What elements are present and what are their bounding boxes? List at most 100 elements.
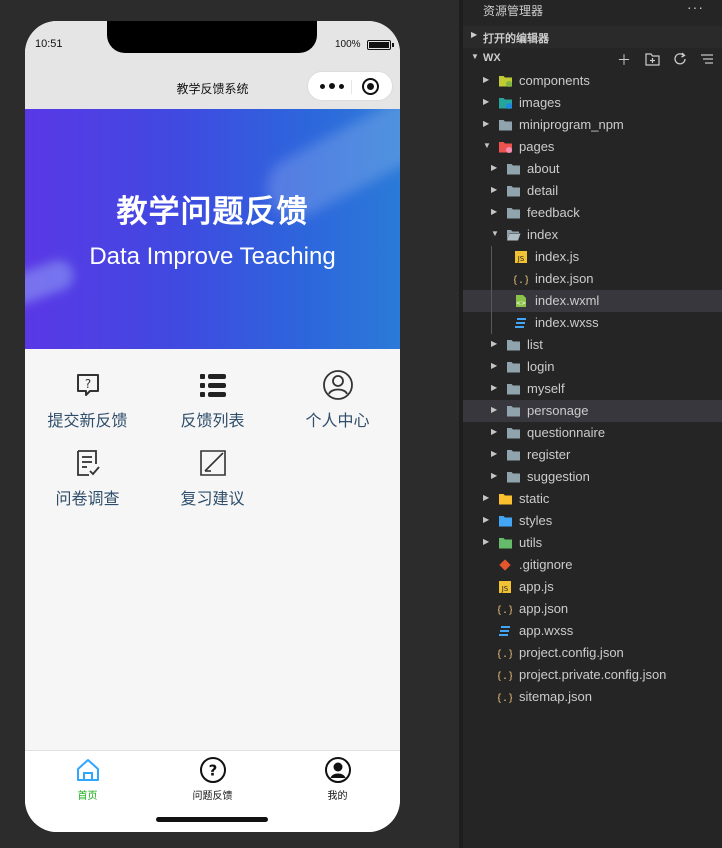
capsule-divider [351,80,352,94]
tree-item[interactable]: ▼ pages [463,136,722,158]
tree-item-label: questionnaire [527,425,606,440]
tree-item[interactable]: ▶ utils [463,532,722,554]
menu-item-questionnaire[interactable]: 问卷调查 [25,447,150,509]
chevron-right-icon[interactable]: ▶ [491,163,497,172]
menu-item-personal-center[interactable]: 个人中心 [275,369,400,431]
tree-item[interactable]: ▶ list [463,334,722,356]
svg-text:{.}: {.} [514,275,528,286]
json-file-icon: {.} [496,690,514,704]
tree-item-label: index.wxml [535,293,600,308]
workspace-root-label: WX [483,52,501,64]
tree-item[interactable]: ▶ static [463,488,722,510]
chevron-right-icon[interactable]: ▶ [483,537,489,546]
tree-item[interactable]: <> index.wxml [463,290,722,312]
tree-item-label: register [527,447,571,462]
folder-icon [506,470,520,484]
tree-item[interactable]: ▼ index [463,224,722,246]
simulator-panel: 10:51 100% 教学反馈系统 教学问题反馈 Data Improve Te… [0,0,463,848]
svg-text:{.}: {.} [498,671,512,682]
folder-icon [506,360,520,374]
collapse-all-icon[interactable] [701,53,713,65]
chevron-right-icon[interactable]: ▶ [483,97,489,106]
tree-item-label: styles [519,513,553,528]
tab-mine[interactable]: 我的 [275,756,400,802]
tree-item[interactable]: ▶ about [463,158,722,180]
tree-item-label: suggestion [527,469,590,484]
folder-icon [498,74,512,88]
tab-label: 问题反馈 [192,791,233,802]
open-editors-section[interactable]: ▶ 打开的编辑器 [463,26,722,48]
tree-item[interactable]: app.wxss [463,620,722,642]
tree-item[interactable]: {.} index.json [463,268,722,290]
tree-item[interactable]: JS index.js [463,246,722,268]
tree-item[interactable]: ▶ feedback [463,202,722,224]
banner-title: 教学问题反馈 [116,194,309,229]
new-folder-icon[interactable] [645,52,660,66]
tree-item-label: list [527,337,543,352]
tree-item[interactable]: {.} app.json [463,598,722,620]
tab-feedback[interactable]: ? 问题反馈 [150,756,275,802]
chevron-right-icon[interactable]: ▶ [491,449,497,458]
new-file-icon[interactable]: ＋ [617,50,631,70]
folder-icon [506,382,520,396]
tree-item[interactable]: ▶ personage [463,400,722,422]
tree-item[interactable]: {.} sitemap.json [463,686,722,708]
more-actions-icon[interactable]: ··· [687,0,704,15]
tree-item-label: images [519,95,561,110]
chevron-right-icon[interactable]: ▶ [483,493,489,502]
status-time: 10:51 [35,38,63,50]
chevron-right-icon[interactable]: ▶ [491,405,497,414]
tree-item[interactable]: {.} project.private.config.json [463,664,722,686]
chevron-right-icon[interactable]: ▶ [483,75,489,84]
menu-label: 复习建议 [180,491,245,508]
menu-item-review-suggestion[interactable]: 复习建议 [150,447,275,509]
git-icon [498,558,512,572]
refresh-icon[interactable] [673,52,687,66]
chevron-down-icon[interactable]: ▼ [483,141,491,150]
tree-item[interactable]: JS app.js [463,576,722,598]
menu-item-feedback-list[interactable]: 反馈列表 [150,369,275,431]
more-icon[interactable] [320,79,346,93]
tree-item[interactable]: .gitignore [463,554,722,576]
folder-icon [506,206,520,220]
indent-guide [491,246,492,334]
chevron-right-icon[interactable]: ▶ [491,185,497,194]
tree-item[interactable]: ▶ register [463,444,722,466]
tree-item[interactable]: ▶ images [463,92,722,114]
tree-item[interactable]: {.} project.config.json [463,642,722,664]
tab-home[interactable]: 首页 [25,756,150,802]
tree-item[interactable]: ▶ miniprogram_npm [463,114,722,136]
tree-item[interactable]: ▶ questionnaire [463,422,722,444]
chevron-down-icon[interactable]: ▼ [491,229,499,238]
battery-icon [367,40,394,50]
tree-item-label: project.config.json [519,645,624,660]
tree-item[interactable]: ▶ components [463,70,722,92]
close-miniprogram-icon[interactable] [362,78,379,95]
chevron-right-icon[interactable]: ▶ [491,427,497,436]
json-file-icon: {.} [512,272,530,286]
tree-item[interactable]: ▶ myself [463,378,722,400]
edit-icon [199,450,226,476]
chevron-right-icon[interactable]: ▶ [483,119,489,128]
chevron-right-icon[interactable]: ▶ [491,207,497,216]
tree-item[interactable]: ▶ login [463,356,722,378]
chevron-right-icon[interactable]: ▶ [491,361,497,370]
tree-item[interactable]: ▶ styles [463,510,722,532]
tree-item[interactable]: index.wxss [463,312,722,334]
tree-item[interactable]: ▶ detail [463,180,722,202]
chevron-right-icon[interactable]: ▶ [491,471,497,480]
tree-item-label: myself [527,381,565,396]
navigation-bar: 教学反馈系统 [25,65,400,109]
chevron-right-icon[interactable]: ▶ [483,515,489,524]
menu-item-submit-feedback[interactable]: ? 提交新反馈 [25,369,150,431]
chevron-right-icon[interactable]: ▶ [491,339,497,348]
folder-icon [506,448,520,462]
tree-item[interactable]: ▶ suggestion [463,466,722,488]
tree-item-label: sitemap.json [519,689,592,704]
open-editors-label: 打开的编辑器 [483,33,549,45]
workspace-root[interactable]: ▼ WX ＋ [463,48,722,70]
chevron-right-icon[interactable]: ▶ [491,383,497,392]
folder-icon [498,118,512,132]
menu-label: 问卷调查 [55,491,120,508]
battery-percent: 100% [335,39,361,50]
